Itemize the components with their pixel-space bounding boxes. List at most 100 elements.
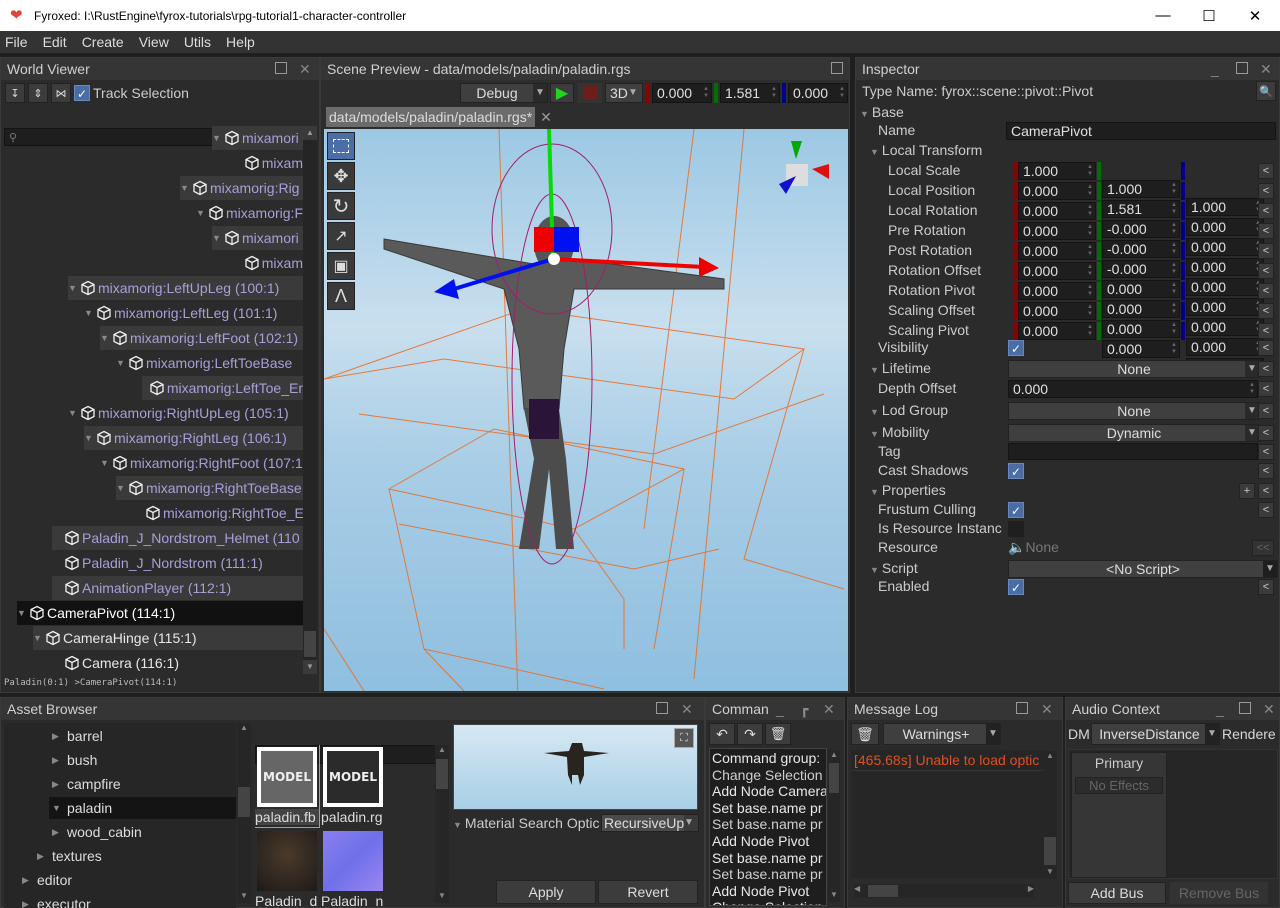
local-transform-toggle[interactable]: ▼ Local Transform xyxy=(870,142,982,158)
maximize-button[interactable]: ☐ xyxy=(1186,0,1232,31)
lifetime-dropdown[interactable]: None ▼ xyxy=(1008,360,1260,378)
tree-item[interactable]: ▼ mixamorig:LeftFoot (102:1) xyxy=(100,326,303,350)
menu-view[interactable]: View xyxy=(134,34,179,50)
folder-item[interactable]: ▶ textures xyxy=(4,845,236,867)
collapsed-arrow-icon[interactable]: ▶ xyxy=(52,755,67,766)
stop-button[interactable] xyxy=(578,83,602,103)
collapsed-arrow-icon[interactable]: ▶ xyxy=(52,779,67,790)
rotate-tool-button[interactable]: ↻ xyxy=(327,192,355,220)
scroll-up-icon[interactable]: ▲ xyxy=(435,745,449,757)
clear-commands-button[interactable]: 🗑 xyxy=(765,723,791,745)
maximize-panel-icon[interactable] xyxy=(1016,701,1028,717)
tree-item[interactable]: mixamorig:LeftToe_Er xyxy=(142,376,303,400)
close-panel-icon[interactable]: ✕ xyxy=(823,701,835,717)
maximize-panel-icon[interactable] xyxy=(831,61,843,77)
scroll-down-icon[interactable]: ▼ xyxy=(828,890,840,902)
command-list-scrollbar[interactable]: ▲ ▼ xyxy=(828,750,840,902)
revert-button[interactable]: < xyxy=(1258,203,1274,219)
track-selection-checkbox[interactable]: ✓ xyxy=(74,85,90,101)
script-dropdown[interactable]: <No Script> ▼ xyxy=(1008,560,1278,578)
folder-item[interactable]: ▶ campfire xyxy=(4,773,236,795)
spin-icon[interactable]: ▲▼ xyxy=(1086,244,1094,258)
revert-button[interactable]: < xyxy=(1258,502,1274,518)
spin-icon[interactable]: ▲▼ xyxy=(702,85,710,101)
scroll-up-icon[interactable]: ▲ xyxy=(303,126,317,140)
tree-item[interactable]: ▼ mixamorig:RightLeg (106:1) xyxy=(84,426,303,450)
tree-item[interactable]: ▼ mixamorig:RightToeBase xyxy=(116,476,303,500)
depth-offset-input[interactable]: 0.000 ▲ ▼ xyxy=(1008,380,1258,398)
is-resource-instance-checkbox[interactable] xyxy=(1008,521,1024,537)
tree-item[interactable]: ▼ CameraPivot (114:1) xyxy=(17,601,303,625)
scene-tab[interactable]: data/models/paladin/paladin.rgs* xyxy=(326,107,536,127)
menu-utils[interactable]: Utils xyxy=(179,34,221,50)
apply-button[interactable]: Apply xyxy=(496,880,596,904)
scroll-right-icon[interactable]: ▶ xyxy=(1028,884,1034,893)
expand-arrow-icon[interactable]: ▼ xyxy=(84,433,93,443)
revert-button[interactable]: < xyxy=(1258,303,1274,319)
mobility-dropdown[interactable]: Dynamic ▼ xyxy=(1008,424,1260,442)
revert-button[interactable]: < xyxy=(1258,483,1274,499)
collapsed-arrow-icon[interactable]: ▶ xyxy=(22,875,37,886)
command-item[interactable]: Change Selection xyxy=(712,767,824,784)
revert-button[interactable]: < xyxy=(1258,340,1274,356)
tree-item[interactable]: ▼ mixamori xyxy=(212,126,303,150)
collapsed-arrow-icon[interactable]: ▶ xyxy=(52,827,67,838)
expand-arrow-icon[interactable]: ▼ xyxy=(212,233,221,243)
spin-icon[interactable]: ▲▼ xyxy=(770,85,778,101)
name-input[interactable]: CameraPivot xyxy=(1006,122,1276,140)
x-value-input[interactable]: 0.000 ▲ ▼ xyxy=(1018,222,1096,240)
material-search-dropdown[interactable]: RecursiveUp ▼ xyxy=(601,814,699,832)
command-item[interactable]: Command group: xyxy=(712,750,824,767)
revert-button[interactable]: < xyxy=(1258,183,1274,199)
base-section-toggle[interactable]: ▼ Base xyxy=(860,104,904,120)
menu-help[interactable]: Help xyxy=(221,34,265,50)
scroll-down-icon[interactable]: ▼ xyxy=(303,660,317,674)
spin-icon[interactable]: ▲▼ xyxy=(1086,324,1094,338)
collapse-all-button[interactable]: ↧ xyxy=(5,83,25,103)
mobility-toggle[interactable]: ▼ Mobility xyxy=(870,424,929,440)
scrollbar-thumb[interactable] xyxy=(436,759,448,789)
expand-arrow-icon[interactable]: ▼ xyxy=(196,208,205,218)
x-value-input[interactable]: 0.000 ▲ ▼ xyxy=(1018,302,1096,320)
command-item[interactable]: Set base.name pr xyxy=(712,866,824,883)
cast-shadows-checkbox[interactable]: ✓ xyxy=(1008,463,1024,479)
tree-item[interactable]: mixam xyxy=(237,151,303,175)
revert-button[interactable]: < xyxy=(1258,163,1274,179)
revert-button[interactable]: < xyxy=(1258,243,1274,259)
tree-item[interactable]: ▼ mixamorig:RightUpLeg (105:1) xyxy=(68,401,303,425)
tree-item[interactable]: ▼ mixamorig:LeftUpLeg (100:1) xyxy=(68,276,303,300)
mode-dropdown[interactable]: Debug ▼ xyxy=(460,83,548,103)
expand-arrow-icon[interactable]: ▼ xyxy=(68,283,77,293)
expand-arrow-icon[interactable]: ▼ xyxy=(116,358,125,368)
expand-arrow-icon[interactable]: ▼ xyxy=(17,608,26,618)
minimize-panel-icon[interactable]: _ xyxy=(1216,701,1224,717)
tree-item[interactable]: ▼ mixamori xyxy=(212,226,303,250)
scroll-up-icon[interactable]: ▲ xyxy=(237,723,251,735)
revert-button[interactable]: < xyxy=(1258,283,1274,299)
scrollbar-thumb[interactable] xyxy=(304,631,316,657)
expand-arrow-icon[interactable]: ▼ xyxy=(84,308,93,318)
gizmo-yz-plane[interactable] xyxy=(554,227,579,252)
close-panel-icon[interactable]: ✕ xyxy=(1260,61,1272,77)
command-item[interactable]: Add Node Pivot xyxy=(712,833,824,850)
maximize-panel-icon[interactable] xyxy=(656,701,668,717)
folder-item[interactable]: ▼ paladin xyxy=(49,797,236,819)
select-tool-button[interactable] xyxy=(327,132,355,160)
close-window-button[interactable]: ✕ xyxy=(1232,0,1278,31)
tree-item[interactable]: mixam xyxy=(237,251,303,275)
tree-item[interactable]: ▼ mixamorig:LeftLeg (101:1) xyxy=(84,301,303,325)
revert-button[interactable]: < xyxy=(1258,361,1274,377)
command-item[interactable]: Add Node Pivot xyxy=(712,883,824,900)
revert-button[interactable]: < xyxy=(1258,579,1274,595)
asset-item[interactable]: MODEL paladin.rg xyxy=(321,745,385,827)
close-tab-icon[interactable]: ✕ xyxy=(539,107,553,127)
terrain-tool-button[interactable]: Λ xyxy=(327,282,355,310)
revert-button[interactable]: < xyxy=(1258,403,1274,419)
fullscreen-icon[interactable]: ⛶ xyxy=(674,728,694,748)
tree-item[interactable]: Paladin_J_Nordstrom (111:1) xyxy=(52,551,303,575)
spin-icon[interactable]: ▲▼ xyxy=(1086,264,1094,278)
spin-icon[interactable]: ▲▼ xyxy=(838,85,846,101)
revert-button[interactable]: < xyxy=(1258,223,1274,239)
expand-arrow-icon[interactable]: ▼ xyxy=(33,633,42,643)
clear-log-button[interactable]: 🗑 xyxy=(851,723,879,745)
